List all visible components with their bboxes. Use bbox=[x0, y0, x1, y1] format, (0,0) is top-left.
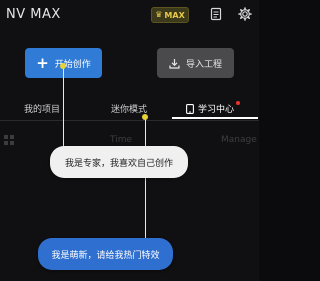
download-icon bbox=[169, 58, 180, 69]
app-screen: NV MAX ♛ MAX + 开始创作 导入工程 我的项目 迷你模式 学习中心 … bbox=[0, 0, 259, 281]
document-icon[interactable] bbox=[209, 7, 223, 21]
max-badge-label: MAX bbox=[164, 10, 185, 20]
crown-icon: ♛ bbox=[155, 10, 163, 19]
import-project-label: 导入工程 bbox=[185, 59, 222, 70]
import-project-button[interactable]: 导入工程 bbox=[157, 48, 234, 78]
phone-icon bbox=[186, 103, 194, 114]
grid-view-icon[interactable] bbox=[4, 135, 14, 145]
tab-mini-mode[interactable]: 迷你模式 bbox=[111, 102, 147, 115]
expert-tooltip[interactable]: 我是专家，我喜欢自己创作 bbox=[50, 146, 188, 178]
tab-learning-center-label: 学习中心 bbox=[198, 105, 235, 115]
active-tab-indicator bbox=[172, 117, 258, 119]
notification-dot bbox=[236, 101, 240, 105]
expert-guide-line bbox=[63, 66, 64, 147]
novice-tooltip[interactable]: 我是萌新，请给我热门特效 bbox=[38, 238, 173, 270]
expert-guide-dot bbox=[60, 63, 66, 69]
sort-time-label[interactable]: Time bbox=[110, 135, 132, 145]
max-badge[interactable]: ♛ MAX bbox=[151, 7, 189, 23]
manage-label[interactable]: Manage bbox=[221, 135, 257, 145]
novice-guide-dot bbox=[142, 114, 148, 120]
settings-icon[interactable] bbox=[238, 7, 252, 21]
novice-guide-line bbox=[145, 117, 146, 239]
tab-divider bbox=[0, 120, 259, 121]
tab-my-projects[interactable]: 我的项目 bbox=[24, 102, 60, 115]
app-title: NV MAX bbox=[6, 7, 61, 22]
tab-learning-center[interactable]: 学习中心 bbox=[186, 102, 234, 115]
plus-icon: + bbox=[36, 53, 49, 72]
